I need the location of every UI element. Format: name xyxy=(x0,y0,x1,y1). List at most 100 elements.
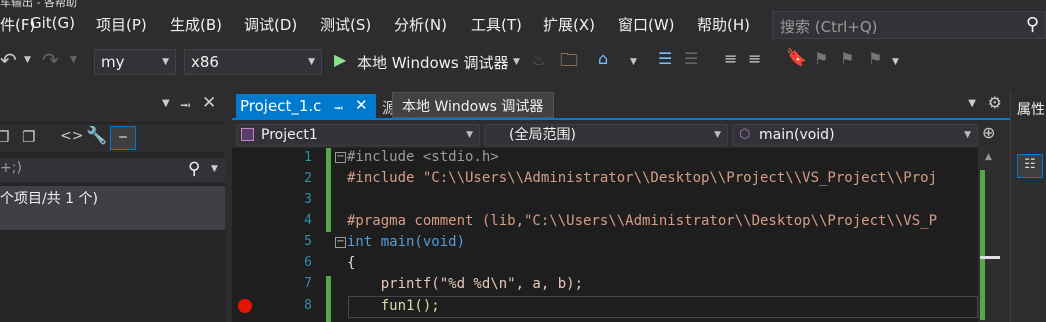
cube-icon: ⬡ xyxy=(739,127,751,142)
code-line-1: #include <stdio.h> xyxy=(347,149,499,165)
line-gutter[interactable]: 1 2 3 4 5 6 7 8 xyxy=(232,148,322,322)
menu-item-build[interactable]: 生成(B) xyxy=(170,14,222,35)
menu-item-extensions[interactable]: 扩展(X) xyxy=(543,14,595,35)
toolbar: ↶ ▼ ↷ ▼ my ▼ x86 ▼ ▶ 本地 Windows 调试器 ▼ ♨ … xyxy=(0,44,1046,80)
solution-config-value: my xyxy=(101,53,125,71)
member-nav-select[interactable]: ⬡ main(void) ▼ xyxy=(732,124,978,146)
menu-item-debug[interactable]: 调试(D) xyxy=(244,14,297,35)
play-icon[interactable]: ▶ xyxy=(334,50,346,69)
split-editor-icon[interactable]: ⊕ xyxy=(982,123,995,142)
line-number: 4 xyxy=(304,213,312,228)
menu-item-analyze[interactable]: 分析(N) xyxy=(394,14,447,35)
window-title-fragment: 车输出 - 各帮助 xyxy=(0,0,77,8)
debugger-dropdown-icon[interactable]: ▼ xyxy=(513,57,520,67)
menu-item-help[interactable]: 帮助(H) xyxy=(697,14,750,35)
folder-search-icon[interactable]: 🗀 xyxy=(560,48,578,78)
pin-tab-icon[interactable]: ⭲ xyxy=(334,99,343,120)
uncomment-icon[interactable]: ≡ xyxy=(748,49,761,68)
prev-bookmark-icon: ⚑ xyxy=(814,49,829,68)
code-editor[interactable]: 1 2 3 4 5 6 7 8 − − #include <stdio.h> #… xyxy=(232,148,978,322)
redo-dropdown-icon: ▼ xyxy=(70,55,77,65)
line-number: 6 xyxy=(304,255,312,270)
collapse-icon[interactable]: − xyxy=(335,237,346,248)
menu-item-tools[interactable]: 工具(T) xyxy=(471,14,522,35)
pin-icon[interactable]: ⭲ xyxy=(180,95,191,119)
start-debugger-button[interactable]: 本地 Windows 调试器 xyxy=(357,52,509,73)
bookmark-icon[interactable]: 🔖 xyxy=(786,48,807,68)
properties-grid-icon[interactable]: ☷ xyxy=(1017,154,1043,178)
line-number: 2 xyxy=(304,171,312,186)
search-icon: ⚲ xyxy=(1025,14,1039,35)
solution-search-value: +;) xyxy=(0,160,22,176)
line-number: 5 xyxy=(304,234,312,249)
breakpoint-icon[interactable] xyxy=(238,299,252,313)
undo-dropdown-icon[interactable]: ▼ xyxy=(24,55,31,65)
solution-explorer-toolbar: ❐ ❐ <> 🔧 ‒ xyxy=(0,124,225,152)
code-line-7: { xyxy=(347,255,356,271)
tab-project-1-c[interactable]: Project_1.c ⭲ ✕ xyxy=(236,94,376,120)
panel-menu-icon[interactable]: ▼ xyxy=(162,98,170,109)
current-line-highlight xyxy=(348,296,978,318)
code-icon[interactable]: <> xyxy=(60,128,83,144)
solution-node[interactable]: 个项目/共 1 个) xyxy=(0,186,225,208)
platform-select[interactable]: x86 ▼ xyxy=(184,49,322,75)
chevron-down-icon: ▼ xyxy=(162,57,169,67)
tooltip-text: 本地 Windows 调试器 xyxy=(402,99,544,115)
change-marker xyxy=(326,148,331,232)
flame-icon: ♨ xyxy=(532,50,547,69)
redo-icon: ↷ xyxy=(42,48,59,72)
close-tab-icon[interactable]: ✕ xyxy=(355,96,368,114)
properties-panel: 属性 ☷ xyxy=(1010,92,1046,322)
menu-item-window[interactable]: 窗口(W) xyxy=(618,14,675,35)
project-nav-select[interactable]: Project1 ▼ xyxy=(236,124,480,146)
toolbar-overflow-icon[interactable]: ▼ xyxy=(892,57,899,67)
solution-explorer: ▼ ⭲ ✕ ❐ ❐ <> 🔧 ‒ +;) ⚲ ▼ 个项目/共 1 个) xyxy=(0,92,225,322)
menu-item-project[interactable]: 项目(P) xyxy=(96,14,147,35)
line-number: 1 xyxy=(304,150,312,165)
clear-bookmarks-icon: ⚑ xyxy=(868,49,883,68)
home-icon[interactable]: ⌂ xyxy=(598,49,608,68)
sync-icon[interactable]: ❐ xyxy=(0,128,9,146)
navigation-bar: Project1 ▼ (全局范围) ▼ ⬡ main(void) ▼ ⊕ xyxy=(232,122,1010,148)
platform-value: x86 xyxy=(191,53,219,71)
search-box[interactable]: 搜索 (Ctrl+Q) ⚲ xyxy=(772,11,1046,39)
scroll-up-icon[interactable]: ▲ xyxy=(985,152,992,162)
solution-summary: 个项目/共 1 个) xyxy=(0,191,98,207)
solution-explorer-header: ▼ ⭲ ✕ xyxy=(0,92,225,122)
settings-gear-icon[interactable]: ⚙ xyxy=(988,93,1002,112)
menu-item-test[interactable]: 测试(S) xyxy=(320,14,371,35)
wrench-icon[interactable]: 🔧 xyxy=(86,126,107,146)
tab-label: Project_1.c xyxy=(240,97,322,115)
preview-toggle-icon[interactable]: ‒ xyxy=(110,126,136,150)
scope-nav-value: (全局范围) xyxy=(509,127,576,143)
collapse-icon[interactable]: − xyxy=(335,152,346,163)
chevron-down-icon: ▼ xyxy=(964,130,971,140)
undo-icon[interactable]: ↶ xyxy=(0,48,17,72)
line-number: 3 xyxy=(304,192,312,207)
search-dropdown-icon[interactable]: ▼ xyxy=(211,164,218,174)
comment-out-icon[interactable]: ≡ xyxy=(724,49,737,68)
close-panel-icon[interactable]: ✕ xyxy=(202,93,216,113)
next-bookmark-icon: ⚑ xyxy=(840,49,855,68)
menu-item-git[interactable]: Git(G) xyxy=(30,14,75,32)
project-nav-value: Project1 xyxy=(261,127,318,143)
code-line-6: int main(void) xyxy=(347,234,466,250)
selected-row[interactable] xyxy=(0,208,225,230)
code-line-8: printf("%d %d\n", a, b); xyxy=(347,276,584,292)
line-number: 8 xyxy=(304,298,312,313)
change-marker xyxy=(326,276,331,322)
code-line-9: fun1(); xyxy=(347,298,440,314)
tab-list-dropdown-icon[interactable]: ▼ xyxy=(968,98,976,109)
pending-changes-icon: ☰ xyxy=(684,49,699,68)
member-nav-value: main(void) xyxy=(759,127,835,143)
solution-search-box[interactable]: +;) ⚲ ▼ xyxy=(0,158,225,182)
properties-title: 属性 xyxy=(1017,102,1045,118)
home-dropdown-icon[interactable]: ▼ xyxy=(630,57,637,67)
scope-nav-select[interactable]: (全局范围) ▼ xyxy=(484,124,728,146)
editor-scrollbar[interactable]: ▲ xyxy=(978,148,1002,322)
solution-config-select[interactable]: my ▼ xyxy=(94,49,176,75)
tree-view-icon[interactable]: ☰ xyxy=(658,49,672,68)
copy-icon[interactable]: ❐ xyxy=(22,128,35,146)
chevron-down-icon: ▼ xyxy=(714,130,721,140)
chevron-down-icon: ▼ xyxy=(308,57,315,67)
